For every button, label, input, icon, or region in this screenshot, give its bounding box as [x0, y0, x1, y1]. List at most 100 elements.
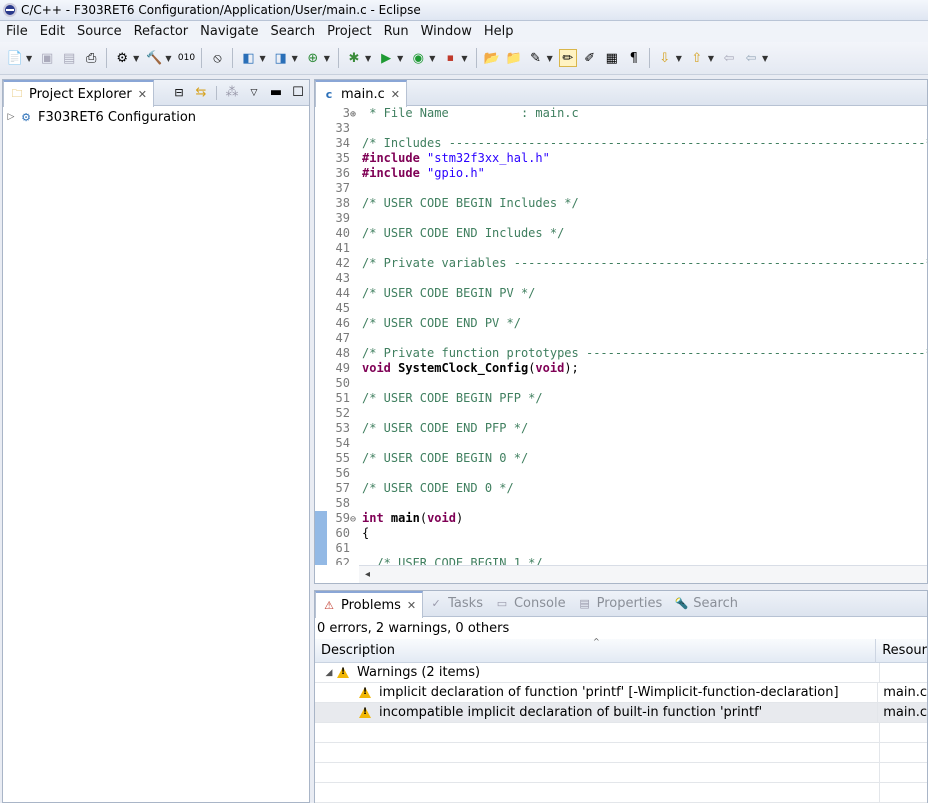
- code-line: 45: [315, 301, 927, 316]
- editor-panel: c main.c ✕ 3⊕ * File Name : main.c 33 34 …: [314, 79, 928, 584]
- settings-icon[interactable]: ⚙: [113, 49, 131, 67]
- menu-refactor[interactable]: Refactor: [128, 24, 195, 39]
- code-line: 36 #include "gpio.h": [315, 166, 927, 181]
- binary-icon[interactable]: 010: [177, 49, 195, 67]
- maximize-icon[interactable]: ☐: [289, 84, 307, 102]
- code-editor[interactable]: 3⊕ * File Name : main.c 33 34 /* Includes…: [315, 106, 927, 565]
- show-whitespace-icon[interactable]: ¶: [625, 49, 643, 67]
- back-dropdown-icon[interactable]: ▼: [762, 54, 768, 63]
- menu-file[interactable]: File: [0, 24, 34, 39]
- next-annotation-icon[interactable]: ⇩: [656, 49, 674, 67]
- highlight-icon[interactable]: ✏: [558, 49, 577, 67]
- skip-breakpoints-icon[interactable]: ⦸: [208, 49, 226, 67]
- back-icon[interactable]: ⇦: [720, 49, 738, 67]
- tree-item-project[interactable]: ▷ ⚙ F303RET6 Configuration: [3, 108, 309, 126]
- link-editor-icon[interactable]: ⇆: [192, 84, 210, 102]
- new-source-icon[interactable]: ◨: [272, 49, 290, 67]
- save-icon[interactable]: ▣: [38, 49, 56, 67]
- next-annotation-dropdown-icon[interactable]: ▼: [676, 54, 682, 63]
- tab-properties[interactable]: ▤ Properties: [572, 591, 669, 617]
- properties-icon: ▤: [579, 597, 590, 610]
- project-explorer-panel: 🗀 Project Explorer ✕ ⊟ ⇆ ⁂ ▽ ▬ ☐ ▷ ⚙ F30…: [2, 79, 310, 803]
- fold-icon[interactable]: ⊖: [350, 512, 360, 527]
- tab-search[interactable]: 🔦 Search: [668, 591, 744, 617]
- previous-annotation-dropdown-icon[interactable]: ▼: [708, 54, 714, 63]
- menu-help[interactable]: Help: [478, 24, 520, 39]
- problem-row[interactable]: incompatible implicit declaration of bui…: [315, 702, 927, 723]
- new-dropdown-icon[interactable]: ▼: [26, 54, 32, 63]
- new-source-dropdown-icon[interactable]: ▼: [292, 54, 298, 63]
- view-menu-icon[interactable]: ▽: [245, 84, 263, 102]
- debug-dropdown-icon[interactable]: ▼: [365, 54, 371, 63]
- empty-row: [315, 722, 927, 743]
- line-number: 3: [342, 106, 350, 120]
- forward-back-icon[interactable]: ⇦: [742, 49, 760, 67]
- new-c-project-dropdown-icon[interactable]: ▼: [259, 54, 265, 63]
- fold-icon: [350, 482, 360, 497]
- new-icon[interactable]: 📄: [6, 49, 24, 67]
- menu-project[interactable]: Project: [321, 24, 377, 39]
- menu-window[interactable]: Window: [415, 24, 478, 39]
- save-all-icon[interactable]: ▤: [60, 49, 78, 67]
- fold-icon: [350, 257, 360, 272]
- menu-search[interactable]: Search: [264, 24, 321, 39]
- build-icon[interactable]: 🔨: [145, 49, 163, 67]
- menu-run[interactable]: Run: [378, 24, 415, 39]
- tab-tasks[interactable]: ✓ Tasks: [423, 591, 489, 617]
- code-text: /* USER CODE END Includes */: [362, 226, 565, 240]
- settings-dropdown-icon[interactable]: ▼: [133, 54, 139, 63]
- search-tool-icon[interactable]: ✎: [527, 49, 545, 67]
- expand-icon[interactable]: ▷: [3, 112, 19, 122]
- main-toolbar: 📄 ▼ ▣ ▤ ⎙ ⚙ ▼ 🔨 ▼ 010 ⦸ ◧ ▼ ◨ ▼ ⊕ ▼ ✱ ▼ ▶ ▼ ◉ ▼ ⏹…: [0, 42, 928, 75]
- new-class-icon[interactable]: ⊕: [304, 49, 322, 67]
- minimize-icon[interactable]: ▬: [267, 84, 285, 102]
- menu-source[interactable]: Source: [71, 24, 128, 39]
- keyword: void: [427, 511, 456, 525]
- mark-occurrences-icon[interactable]: ✐: [581, 49, 599, 67]
- close-icon[interactable]: ✕: [391, 88, 400, 101]
- line-number: 35: [335, 151, 350, 165]
- open-type-icon[interactable]: 📁: [505, 49, 523, 67]
- line-number: 49: [335, 361, 350, 375]
- close-icon[interactable]: ✕: [407, 599, 416, 612]
- collapse-all-icon[interactable]: ⊟: [170, 84, 188, 102]
- search-tool-dropdown-icon[interactable]: ▼: [547, 54, 553, 63]
- run-external-dropdown-icon[interactable]: ▼: [429, 54, 435, 63]
- column-description[interactable]: Description ^: [315, 637, 877, 663]
- new-class-dropdown-icon[interactable]: ▼: [324, 54, 330, 63]
- tab-console[interactable]: ▭ Console: [489, 591, 572, 617]
- collapse-icon[interactable]: ◢: [321, 668, 337, 678]
- tab-problems[interactable]: ⚠ Problems ✕: [315, 590, 424, 618]
- debug-icon[interactable]: ✱: [345, 49, 363, 67]
- block-selection-icon[interactable]: ▦: [603, 49, 621, 67]
- warnings-group-row[interactable]: ◢ Warnings (2 items): [315, 662, 927, 683]
- new-c-project-icon[interactable]: ◧: [239, 49, 257, 67]
- print-icon[interactable]: ⎙: [82, 49, 100, 67]
- fold-icon[interactable]: ⊕: [350, 107, 360, 122]
- previous-annotation-icon[interactable]: ⇧: [688, 49, 706, 67]
- build-dropdown-icon[interactable]: ▼: [165, 54, 171, 63]
- fold-icon: [350, 497, 360, 512]
- column-resource[interactable]: Resour: [876, 643, 927, 658]
- horizontal-scrollbar[interactable]: ◂: [359, 565, 927, 583]
- tab-project-explorer[interactable]: 🗀 Project Explorer ✕: [3, 79, 154, 107]
- external-tools-icon[interactable]: ⏹: [441, 49, 459, 67]
- filter-icon[interactable]: ⁂: [223, 84, 241, 102]
- tab-main-c[interactable]: c main.c ✕: [315, 79, 407, 107]
- run-dropdown-icon[interactable]: ▼: [397, 54, 403, 63]
- tab-label: Properties: [596, 596, 663, 611]
- menu-edit[interactable]: Edit: [34, 24, 71, 39]
- external-tools-dropdown-icon[interactable]: ▼: [461, 54, 467, 63]
- tab-label: Tasks: [448, 596, 483, 611]
- close-icon[interactable]: ✕: [138, 88, 147, 101]
- run-icon[interactable]: ▶: [377, 49, 395, 67]
- problem-row[interactable]: implicit declaration of function 'printf…: [315, 682, 927, 703]
- tab-label: Project Explorer: [29, 86, 132, 102]
- change-marker: [315, 541, 327, 556]
- menu-navigate[interactable]: Navigate: [194, 24, 264, 39]
- run-external-icon[interactable]: ◉: [409, 49, 427, 67]
- code-line: 55 /* USER CODE BEGIN 0 */: [315, 451, 927, 466]
- open-folder-icon[interactable]: 📂: [483, 49, 501, 67]
- project-label: F303RET6 Configuration: [38, 109, 197, 125]
